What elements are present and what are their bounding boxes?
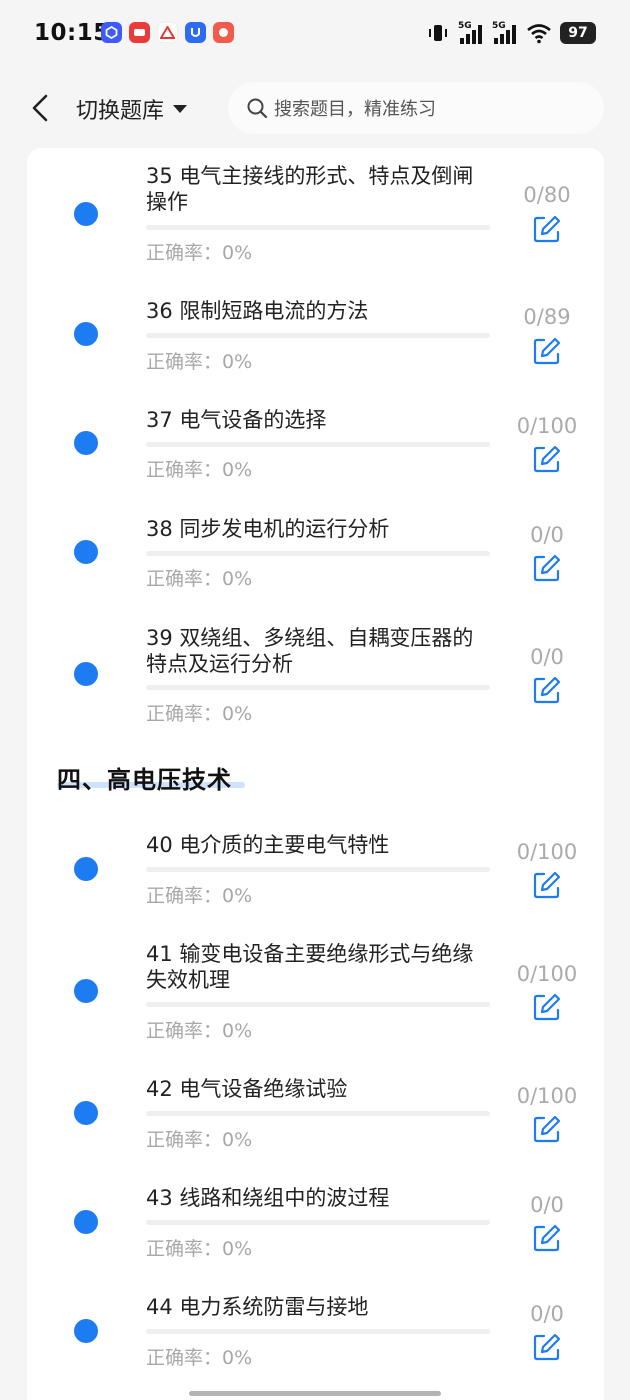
- section-title: 四、高电压技术: [57, 766, 232, 794]
- progress-track: [146, 1329, 490, 1334]
- app-icon-blue: [101, 22, 122, 43]
- status-dot: [74, 662, 98, 686]
- accuracy-text: 正确率：0%: [146, 1020, 253, 1042]
- accuracy-text: 正确率：0%: [146, 1129, 253, 1151]
- edit-practice-button[interactable]: [532, 336, 562, 366]
- accuracy-text: 正确率：0%: [146, 351, 253, 373]
- chevron-left-icon: [32, 94, 48, 122]
- chapter-title: 39 双绕组、多绕组、自耦变压器的特点及运行分析: [146, 626, 474, 676]
- chapter-list: 35 电气主接线的形式、特点及倒闸操作 正确率：0% 0/80 36 限制短路电…: [27, 148, 604, 1400]
- accuracy-text: 正确率：0%: [146, 1238, 253, 1260]
- edit-icon: [533, 1115, 561, 1143]
- edit-icon: [533, 1333, 561, 1361]
- progress-track: [146, 551, 490, 556]
- progress-track: [146, 1002, 490, 1007]
- question-count: 0/100: [516, 1084, 578, 1108]
- top-header: 切换题库 搜索题目，精准练习: [0, 78, 630, 138]
- status-indicators: 5G 5G 97: [426, 21, 596, 44]
- chapter-title: 35 电气主接线的形式、特点及倒闸操作: [146, 164, 474, 214]
- progress-track: [146, 225, 490, 230]
- chapter-title: 44 电力系统防雷与接地: [146, 1295, 369, 1319]
- edit-icon: [533, 215, 561, 243]
- status-dot: [74, 1319, 98, 1343]
- chapter-title: 36 限制短路电流的方法: [146, 299, 369, 323]
- question-count: 0/0: [530, 523, 564, 547]
- status-dot: [74, 322, 98, 346]
- accuracy-text: 正确率：0%: [146, 885, 253, 907]
- app-icon-red: [129, 22, 150, 43]
- edit-practice-button[interactable]: [532, 553, 562, 583]
- edit-practice-button[interactable]: [532, 214, 562, 244]
- status-bar: 10:15 5G 5G 97: [0, 0, 630, 70]
- edit-icon: [533, 993, 561, 1021]
- caret-down-icon: [173, 105, 188, 113]
- chapter-title: 40 电介质的主要电气特性: [146, 833, 390, 857]
- question-count: 0/89: [523, 305, 571, 329]
- status-dot: [74, 1210, 98, 1234]
- edit-practice-button[interactable]: [532, 444, 562, 474]
- edit-icon: [533, 871, 561, 899]
- edit-icon: [533, 445, 561, 473]
- signal-2: 5G: [492, 21, 518, 44]
- chapter-title: 38 同步发电机的运行分析: [146, 517, 390, 541]
- progress-track: [146, 1111, 490, 1116]
- edit-practice-button[interactable]: [532, 675, 562, 705]
- switch-question-bank-button[interactable]: 切换题库: [76, 93, 188, 125]
- question-count: 0/100: [516, 962, 578, 986]
- status-dot: [74, 540, 98, 564]
- accuracy-text: 正确率：0%: [146, 1347, 253, 1369]
- chapter-title: 43 线路和绕组中的波过程: [146, 1186, 390, 1210]
- chapter-title: 37 电气设备的选择: [146, 408, 327, 432]
- app-icon-red-pig: [213, 22, 234, 43]
- progress-track: [146, 333, 490, 338]
- switch-bank-label: 切换题库: [76, 99, 165, 124]
- status-time: 10:15: [34, 20, 110, 46]
- edit-practice-button[interactable]: [532, 992, 562, 1022]
- question-count: 0/0: [530, 645, 564, 669]
- question-count: 0/100: [516, 414, 578, 438]
- app-icon-blue-u: [185, 22, 206, 43]
- edit-practice-button[interactable]: [532, 1114, 562, 1144]
- search-icon: [247, 98, 268, 119]
- status-dot: [74, 202, 98, 226]
- edit-icon: [533, 676, 561, 704]
- accuracy-text: 正确率：0%: [146, 568, 253, 590]
- status-dot: [74, 857, 98, 881]
- home-indicator[interactable]: [189, 1391, 441, 1396]
- edit-practice-button[interactable]: [532, 870, 562, 900]
- accuracy-text: 正确率：0%: [146, 242, 253, 264]
- chapter-title: 42 电气设备绝缘试验: [146, 1077, 348, 1101]
- question-count: 0/0: [530, 1302, 564, 1326]
- search-input[interactable]: 搜索题目，精准练习: [228, 82, 604, 134]
- edit-icon: [533, 1224, 561, 1252]
- battery-indicator: 97: [560, 22, 596, 44]
- accuracy-text: 正确率：0%: [146, 459, 253, 481]
- progress-track: [146, 685, 490, 690]
- progress-track: [146, 442, 490, 447]
- edit-icon: [533, 337, 561, 365]
- status-app-icons: [101, 22, 234, 43]
- app-icon-bank: [157, 22, 178, 43]
- app-screen: 10:15 5G 5G 97 切换题库 搜索题目，精准练习 35 电气主接线的形…: [0, 0, 630, 1400]
- edit-practice-button[interactable]: [532, 1332, 562, 1362]
- signal-1: 5G: [458, 21, 484, 44]
- edit-practice-button[interactable]: [532, 1223, 562, 1253]
- status-dot: [74, 979, 98, 1003]
- search-placeholder: 搜索题目，精准练习: [274, 99, 436, 120]
- vibrate-icon: [429, 25, 447, 41]
- question-count: 0/80: [523, 183, 571, 207]
- edit-icon: [533, 554, 561, 582]
- chapter-title: 41 输变电设备主要绝缘形式与绝缘失效机理: [146, 942, 474, 992]
- question-count: 0/100: [516, 840, 578, 864]
- back-button[interactable]: [24, 90, 56, 126]
- accuracy-text: 正确率：0%: [146, 703, 253, 725]
- progress-track: [146, 1220, 490, 1225]
- status-dot: [74, 431, 98, 455]
- status-dot: [74, 1101, 98, 1125]
- wifi-icon: [527, 24, 551, 44]
- progress-track: [146, 867, 490, 872]
- question-count: 0/0: [530, 1193, 564, 1217]
